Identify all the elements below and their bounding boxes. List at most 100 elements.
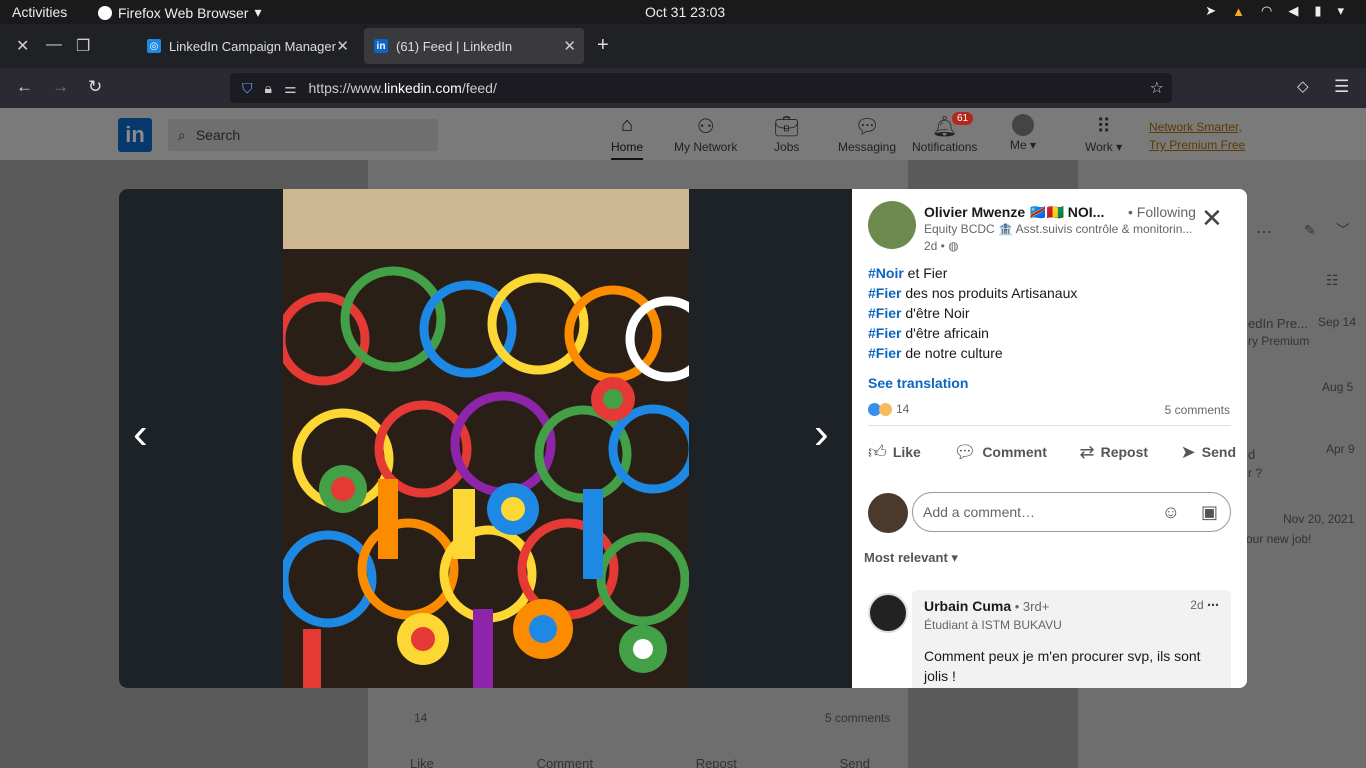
page-content: in ⌕ Search ⌂ Home ⚇ My Network 💼︎ Jobs … (0, 108, 1366, 768)
url-bar[interactable]: ⛉ 🔒︎ ⚌ https://www.linkedin.com/feed/ ☆ (230, 73, 1172, 103)
hashtag-link[interactable]: #Noir (868, 265, 904, 281)
app-name-label: Firefox Web Browser (118, 4, 249, 21)
post-line: #Noir et Fier (868, 265, 948, 281)
system-tray[interactable]: ➤ ▲ ◠ ◀ ▮ ▾ (1205, 3, 1344, 19)
firefox-icon (98, 5, 112, 20)
author-name[interactable]: Olivier Mwenze 🇨🇩🇬🇳 NOI... (924, 204, 1119, 221)
compose-icon[interactable]: ✎ (1304, 222, 1316, 239)
minimize-icon[interactable]: — (46, 36, 62, 54)
post-image[interactable] (283, 189, 689, 688)
next-arrow-icon[interactable]: › (814, 409, 829, 459)
author-avatar[interactable] (868, 201, 916, 249)
repost-button[interactable]: Repost (696, 756, 737, 768)
send-icon: ➤ (1180, 441, 1196, 462)
send-button[interactable]: Send (840, 756, 870, 768)
chevron-down-icon[interactable]: ▾ (1337, 3, 1344, 19)
hashtag-link[interactable]: #Fier (868, 325, 901, 341)
jobs-icon: 💼︎ (774, 116, 800, 138)
author-headline: Equity BCDC 🏦 Asst.suivis contrôle & mon… (924, 222, 1193, 236)
new-tab-icon[interactable]: + (597, 34, 609, 57)
warning-icon[interactable]: ▲ (1232, 4, 1245, 19)
thumbs-up-icon: 👍︎ (868, 442, 887, 462)
browser-nav-bar: ← → ↻ ⛉ 🔒︎ ⚌ https://www.linkedin.com/fe… (0, 68, 1366, 108)
restore-icon[interactable]: ❐ (76, 36, 90, 56)
bookmark-star-icon[interactable]: ☆ (1150, 78, 1164, 98)
following-status: • Following (1128, 204, 1196, 220)
comment-button[interactable]: Comment (537, 756, 593, 768)
emoji-icon[interactable]: ☺ (1162, 502, 1180, 523)
globe-icon: ◍ (948, 239, 959, 253)
shield-icon[interactable]: ⛉ (242, 80, 253, 97)
close-icon[interactable]: ✕ (1201, 205, 1223, 231)
reload-icon[interactable]: ↻ (88, 77, 102, 97)
comment-button[interactable]: 💬︎ Comment (953, 441, 1046, 463)
post-line: #Fier des nos produits Artisanaux (868, 285, 1078, 301)
comment-text: Comment peux je m'en procurer svp, ils s… (924, 648, 1201, 684)
volume-icon[interactable]: ◀ (1288, 3, 1298, 19)
battery-icon[interactable]: ▮ (1314, 3, 1321, 19)
filter-icon[interactable]: ☷ (1326, 272, 1339, 289)
previous-arrow-icon[interactable]: ‹ (133, 409, 148, 459)
add-comment-input[interactable]: Add a comment… ☺ ▣ (912, 492, 1231, 532)
linkedin-logo[interactable]: in (118, 118, 152, 152)
commenter-avatar[interactable] (868, 593, 908, 633)
os-top-bar: Activities Firefox Web Browser ▾ Oct 31 … (0, 0, 1366, 24)
nav-work[interactable]: ⠿ Work ▾ (1085, 114, 1122, 154)
message-preview[interactable]: edIn Pre... (1248, 316, 1308, 331)
comment-count[interactable]: 5 comments (1165, 403, 1230, 417)
app-menu[interactable]: Firefox Web Browser ▾ (98, 4, 261, 21)
close-tab-icon[interactable]: ✕ (563, 37, 576, 55)
connection-degree: • 3rd+ (1011, 599, 1050, 614)
premium-link[interactable]: Network Smarter, Try Premium Free (1149, 118, 1245, 154)
sort-comments-dropdown[interactable]: Most relevant ▾ (864, 550, 958, 566)
post-detail-panel: Olivier Mwenze 🇨🇩🇬🇳 NOI... • Following ✕… (852, 189, 1247, 688)
home-icon: ⌂ (620, 114, 634, 136)
hashtag-link[interactable]: #Fier (868, 285, 901, 301)
tab-campaign-manager[interactable]: ◎ LinkedIn Campaign Manager ✕ (137, 28, 357, 64)
permissions-icon[interactable]: ⚌ (284, 80, 297, 97)
more-icon[interactable]: ⋯ (1256, 222, 1272, 242)
search-input[interactable]: ⌕ Search (168, 119, 438, 151)
close-window-icon[interactable]: ✕ (16, 36, 29, 56)
tab-linkedin-feed[interactable]: in (61) Feed | LinkedIn ✕ (364, 28, 584, 64)
hashtag-link[interactable]: #Fier (868, 345, 901, 361)
message-preview[interactable]: d (1248, 447, 1255, 462)
forward-icon[interactable]: → (52, 77, 69, 97)
post-line: #Fier de notre culture (868, 345, 1003, 361)
url-text[interactable]: https://www.linkedin.com/feed/ (309, 80, 497, 96)
nav-me[interactable]: Me ▾ (1010, 114, 1036, 152)
see-translation-button[interactable]: See translation (868, 375, 968, 391)
repost-icon: ⇄ (1079, 441, 1095, 462)
back-icon[interactable]: ← (16, 77, 33, 97)
nav-messaging[interactable]: 💬︎ Messaging (838, 114, 896, 154)
message-preview-sub: our new job! (1246, 532, 1312, 546)
nav-my-network[interactable]: ⚇ My Network (674, 114, 737, 154)
comment-item: Urbain Cuma • 3rd+ Étudiant à ISTM BUKAV… (912, 590, 1231, 688)
wifi-icon[interactable]: ◠ (1261, 3, 1272, 19)
like-button[interactable]: Like (410, 756, 434, 768)
like-button[interactable]: 👍︎ Like (868, 441, 921, 463)
nav-jobs[interactable]: 💼︎ Jobs (774, 114, 799, 154)
telegram-icon[interactable]: ➤ (1205, 3, 1216, 19)
pocket-icon[interactable]: ◇ (1297, 77, 1309, 95)
comment-count: 5 comments (825, 711, 891, 725)
message-date: Aug 5 (1322, 380, 1354, 394)
clock[interactable]: Oct 31 23:03 (645, 4, 725, 20)
repost-button[interactable]: ⇄ Repost (1080, 441, 1149, 463)
nav-home[interactable]: ⌂ Home (611, 114, 644, 160)
lock-icon[interactable]: 🔒︎ (265, 80, 272, 97)
activities-button[interactable]: Activities (12, 4, 67, 20)
hashtag-link[interactable]: #Fier (868, 305, 901, 321)
menu-icon[interactable]: ☰ (1334, 77, 1349, 97)
close-tab-icon[interactable]: ✕ (336, 37, 349, 55)
comment-time: 2d ⋯ (1190, 598, 1219, 612)
commenter-name[interactable]: Urbain Cuma (924, 598, 1011, 614)
more-icon[interactable]: ⋯ (1207, 598, 1219, 612)
chevron-down-icon[interactable]: ﹀ (1336, 220, 1350, 240)
reactions-summary[interactable]: 14 (868, 402, 909, 416)
send-button[interactable]: ➤ Send (1181, 441, 1236, 463)
nav-notifications[interactable]: 🔔︎ 61 Notifications (912, 112, 977, 154)
linkedin-header: in ⌕ Search ⌂ Home ⚇ My Network 💼︎ Jobs … (0, 108, 1366, 160)
image-icon[interactable]: ▣ (1201, 502, 1218, 523)
nav-label: Home (611, 140, 644, 154)
